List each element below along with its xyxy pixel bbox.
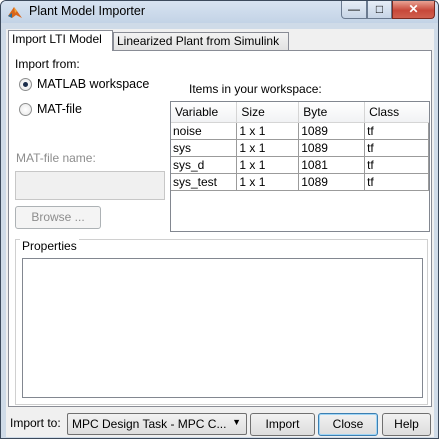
import-button[interactable]: Import	[250, 413, 315, 436]
import-to-label: Import to:	[10, 416, 61, 430]
cell-class: tf	[364, 139, 429, 157]
minimize-icon: —	[348, 2, 360, 16]
cell-class: tf	[364, 156, 429, 174]
mat-file-name-input[interactable]	[15, 171, 165, 200]
cell-size: 1 x 1	[236, 139, 300, 157]
radio-mat-file[interactable]	[19, 103, 32, 116]
column-header-byte[interactable]: Byte	[298, 102, 366, 123]
matlab-logo-icon	[8, 7, 22, 18]
maximize-button[interactable]: □	[367, 1, 392, 19]
chevron-down-icon: ▼	[232, 417, 241, 427]
cell-byte: 1081	[298, 156, 366, 174]
cell-size: 1 x 1	[236, 156, 300, 174]
close-icon: ✕	[408, 2, 419, 16]
mat-file-name-label: MAT-file name:	[16, 151, 96, 165]
minimize-button[interactable]: —	[341, 1, 367, 19]
dialog-body: Import LTI Model Linearized Plant from S…	[6, 29, 434, 437]
column-header-class[interactable]: Class	[364, 102, 429, 123]
tab-linearized-plant-from-simulink[interactable]: Linearized Plant from Simulink	[113, 32, 289, 51]
cell-byte: 1089	[298, 173, 366, 191]
cell-variable: sys_d	[171, 156, 238, 174]
cell-size: 1 x 1	[236, 122, 300, 140]
table-header-row: Variable Size Byte Class	[171, 102, 429, 123]
plant-model-importer-window: Plant Model Importer — □ ✕ Import LTI Mo…	[0, 0, 439, 439]
table-row[interactable]: sys 1 x 1 1089 tf	[171, 139, 429, 157]
cell-variable: sys_test	[171, 173, 238, 191]
properties-label: Properties	[20, 239, 79, 253]
import-from-label: Import from:	[15, 57, 80, 71]
import-to-selected-value: MPC Design Task - MPC C...	[72, 417, 227, 431]
radio-matlab-workspace-label[interactable]: MATLAB workspace	[37, 77, 149, 91]
import-to-dropdown[interactable]: MPC Design Task - MPC C... ▼	[67, 413, 247, 435]
close-window-button[interactable]: ✕	[392, 1, 435, 19]
cell-size: 1 x 1	[236, 173, 300, 191]
workspace-table-grid: Variable Size Byte Class noise 1 x 1 108…	[171, 102, 429, 191]
workspace-table[interactable]: Variable Size Byte Class noise 1 x 1 108…	[170, 101, 430, 232]
close-button[interactable]: Close	[318, 413, 378, 436]
help-button[interactable]: Help	[382, 413, 431, 436]
cell-variable: noise	[171, 122, 238, 140]
cell-byte: 1089	[298, 139, 366, 157]
properties-group: Properties	[15, 239, 428, 405]
cell-byte: 1089	[298, 122, 366, 140]
workspace-items-label: Items in your workspace:	[189, 82, 322, 96]
radio-matlab-workspace[interactable]	[19, 78, 32, 91]
tab-panel: Import from: MATLAB workspace MAT-file M…	[8, 50, 432, 407]
tab-import-lti-model[interactable]: Import LTI Model	[8, 30, 113, 51]
table-row[interactable]: sys_test 1 x 1 1089 tf	[171, 173, 429, 191]
window-title: Plant Model Importer	[29, 4, 146, 18]
column-header-size[interactable]: Size	[236, 102, 300, 123]
title-bar[interactable]: Plant Model Importer — □ ✕	[1, 1, 438, 23]
cell-variable: sys	[171, 139, 238, 157]
cell-class: tf	[364, 173, 429, 191]
properties-text-area[interactable]	[22, 258, 423, 398]
radio-mat-file-label[interactable]: MAT-file	[37, 102, 82, 116]
column-header-variable[interactable]: Variable	[171, 102, 238, 123]
maximize-icon: □	[375, 2, 384, 16]
table-row[interactable]: sys_d 1 x 1 1081 tf	[171, 156, 429, 174]
cell-class: tf	[364, 122, 429, 140]
browse-button[interactable]: Browse ...	[15, 206, 101, 229]
table-row[interactable]: noise 1 x 1 1089 tf	[171, 122, 429, 140]
